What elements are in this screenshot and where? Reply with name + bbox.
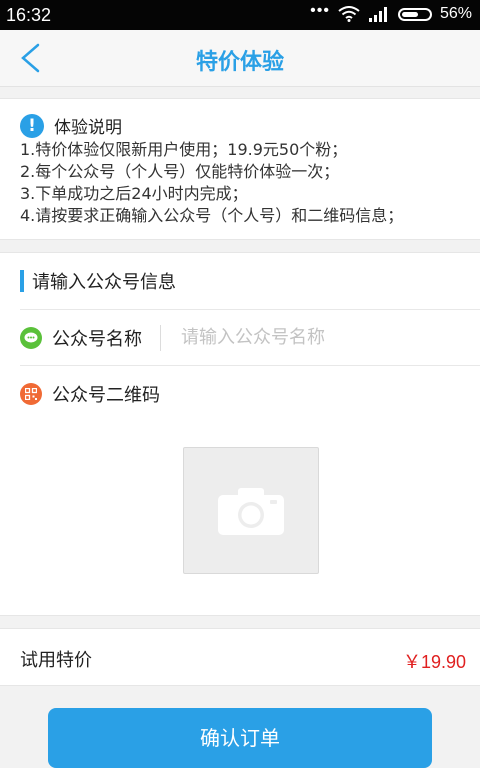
qr-code-row: 公众号二维码	[20, 365, 480, 421]
notice-header: ! 体验说明	[20, 113, 122, 138]
battery-icon	[397, 7, 432, 21]
trial-price-label: 试用特价	[20, 650, 92, 671]
signal-icon	[368, 7, 387, 22]
status-bar: 16:32 ••• 56%	[0, 0, 480, 30]
account-name-input[interactable]	[179, 326, 413, 349]
status-time: 16:32	[6, 5, 52, 25]
trial-price-row: 试用特价 ￥19.90	[0, 628, 480, 686]
notice-title: 体验说明	[54, 118, 122, 138]
account-form: 请输入公众号信息 公众号名称 公众号二维码	[0, 252, 480, 616]
qr-code-label: 公众号二维码	[52, 384, 160, 406]
nav-header: 特价体验	[0, 30, 480, 87]
battery-percent: 56%	[439, 5, 472, 22]
wifi-icon	[338, 6, 360, 22]
confirm-order-button[interactable]: 确认订单	[48, 708, 432, 768]
qr-code-icon	[20, 382, 42, 405]
camera-icon	[218, 487, 284, 535]
page-title: 特价体验	[195, 50, 284, 75]
notice-line: 1.特价体验仅限新用户使用；19.9元50个粉；	[20, 140, 348, 159]
notice-line: 3.下单成功之后24小时内完成；	[20, 184, 248, 203]
wechat-icon	[20, 326, 42, 349]
account-name-row: 公众号名称	[20, 309, 480, 365]
section-title: 请输入公众号信息	[20, 269, 176, 293]
notice-line: 2.每个公众号（个人号）仅能特价体验一次；	[20, 162, 340, 181]
section-accent-bar	[20, 270, 24, 292]
section-title-text: 请输入公众号信息	[32, 272, 176, 293]
account-name-label: 公众号名称	[52, 328, 142, 350]
notice-line: 4.请按要求正确输入公众号（个人号）和二维码信息；	[20, 206, 404, 225]
status-icons: ••• 56%	[310, 2, 472, 23]
qr-upload-button[interactable]	[183, 447, 319, 574]
info-icon: !	[20, 113, 44, 138]
field-divider	[160, 324, 161, 351]
notice-lines: 1.特价体验仅限新用户使用；19.9元50个粉； 2.每个公众号（个人号）仅能特…	[20, 139, 403, 227]
more-dots-icon: •••	[310, 2, 330, 19]
experience-notice: ! 体验说明 1.特价体验仅限新用户使用；19.9元50个粉； 2.每个公众号（…	[0, 98, 480, 240]
trial-price-value: ￥19.90	[402, 652, 466, 672]
